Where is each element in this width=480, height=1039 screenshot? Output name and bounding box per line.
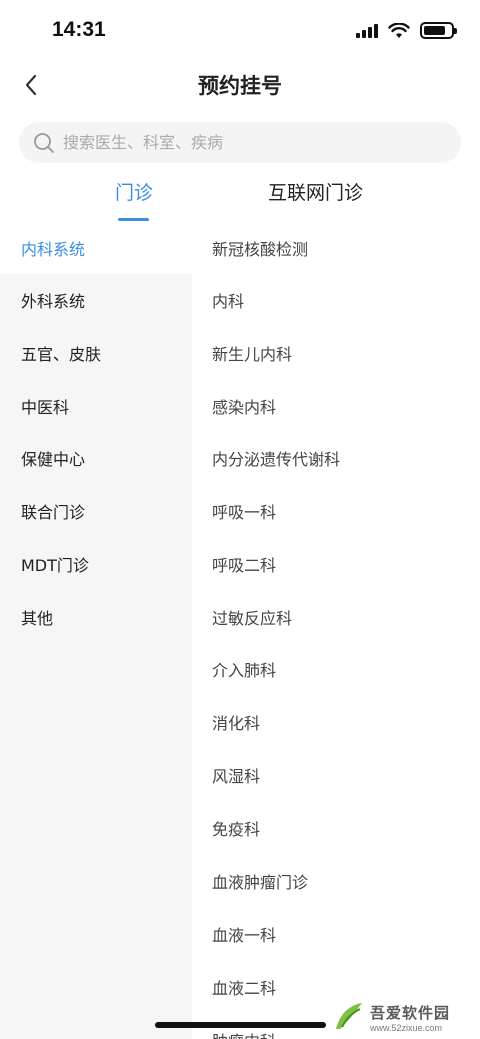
battery-icon xyxy=(420,22,457,39)
list-item[interactable]: 内分泌遗传代谢科 xyxy=(212,432,340,484)
list-item[interactable]: 新冠核酸检测 xyxy=(212,222,308,274)
sidebar-item-joint-clinic[interactable]: 联合门诊 xyxy=(0,485,192,537)
sidebar-item-other[interactable]: 其他 xyxy=(0,591,192,643)
search-input[interactable] xyxy=(63,133,443,152)
signal-icon xyxy=(356,23,378,38)
list-item[interactable]: 呼吸二科 xyxy=(212,538,276,590)
watermark-url: www.52zixue.com xyxy=(370,1023,443,1033)
list-item[interactable]: 血液二科 xyxy=(212,961,276,1013)
list-item[interactable]: 内科 xyxy=(212,274,244,326)
list-item[interactable]: 过敏反应科 xyxy=(212,591,292,643)
wifi-icon xyxy=(388,22,410,38)
sidebar-item-health-center[interactable]: 保健中心 xyxy=(0,432,192,484)
search-box[interactable] xyxy=(19,122,461,163)
watermark-name: 吾爱软件园 xyxy=(370,1004,451,1022)
tab-indicator xyxy=(118,218,149,221)
list-item[interactable]: 介入肺科 xyxy=(212,643,276,695)
status-icons xyxy=(356,22,457,39)
search-icon xyxy=(34,132,54,153)
sidebar-item-tcm[interactable]: 中医科 xyxy=(0,380,192,432)
category-sidebar: 内科系统 外科系统 五官、皮肤 中医科 保健中心 联合门诊 MDT门诊 其他 xyxy=(0,222,192,1039)
tabs: 门诊 互联网门诊 xyxy=(0,178,480,224)
page-title: 预约挂号 xyxy=(198,74,282,98)
status-time: 14:31 xyxy=(52,18,106,41)
sidebar-item-internal-medicine[interactable]: 内科系统 xyxy=(0,222,192,274)
watermark: 吾爱软件园 www.52zixue.com xyxy=(332,991,474,1033)
list-item[interactable]: 感染内科 xyxy=(212,380,276,432)
list-item[interactable]: 风湿科 xyxy=(212,749,260,801)
list-item[interactable]: 血液一科 xyxy=(212,908,276,960)
sidebar-item-ent-skin[interactable]: 五官、皮肤 xyxy=(0,327,192,379)
home-indicator xyxy=(155,1022,326,1028)
list-item[interactable]: 免疫科 xyxy=(212,802,260,854)
list-item[interactable]: 血液肿瘤门诊 xyxy=(212,855,308,907)
tab-outpatient[interactable]: 门诊 xyxy=(115,178,153,205)
department-list: 新冠核酸检测 内科 新生儿内科 感染内科 内分泌遗传代谢科 呼吸一科 呼吸二科 … xyxy=(192,222,480,1039)
sidebar-item-mdt-clinic[interactable]: MDT门诊 xyxy=(0,538,192,590)
watermark-logo-icon xyxy=(336,1003,362,1029)
list-item[interactable]: 呼吸一科 xyxy=(212,485,276,537)
status-bar: 14:31 xyxy=(0,0,480,60)
list-item[interactable]: 消化科 xyxy=(212,696,260,748)
list-item[interactable]: 新生儿内科 xyxy=(212,327,292,379)
nav-bar: 预约挂号 xyxy=(0,60,480,110)
watermark-text: 吾爱软件园 www.52zixue.com xyxy=(370,1002,450,1033)
sidebar-item-surgery[interactable]: 外科系统 xyxy=(0,274,192,326)
tab-internet-outpatient[interactable]: 互联网门诊 xyxy=(268,178,363,205)
